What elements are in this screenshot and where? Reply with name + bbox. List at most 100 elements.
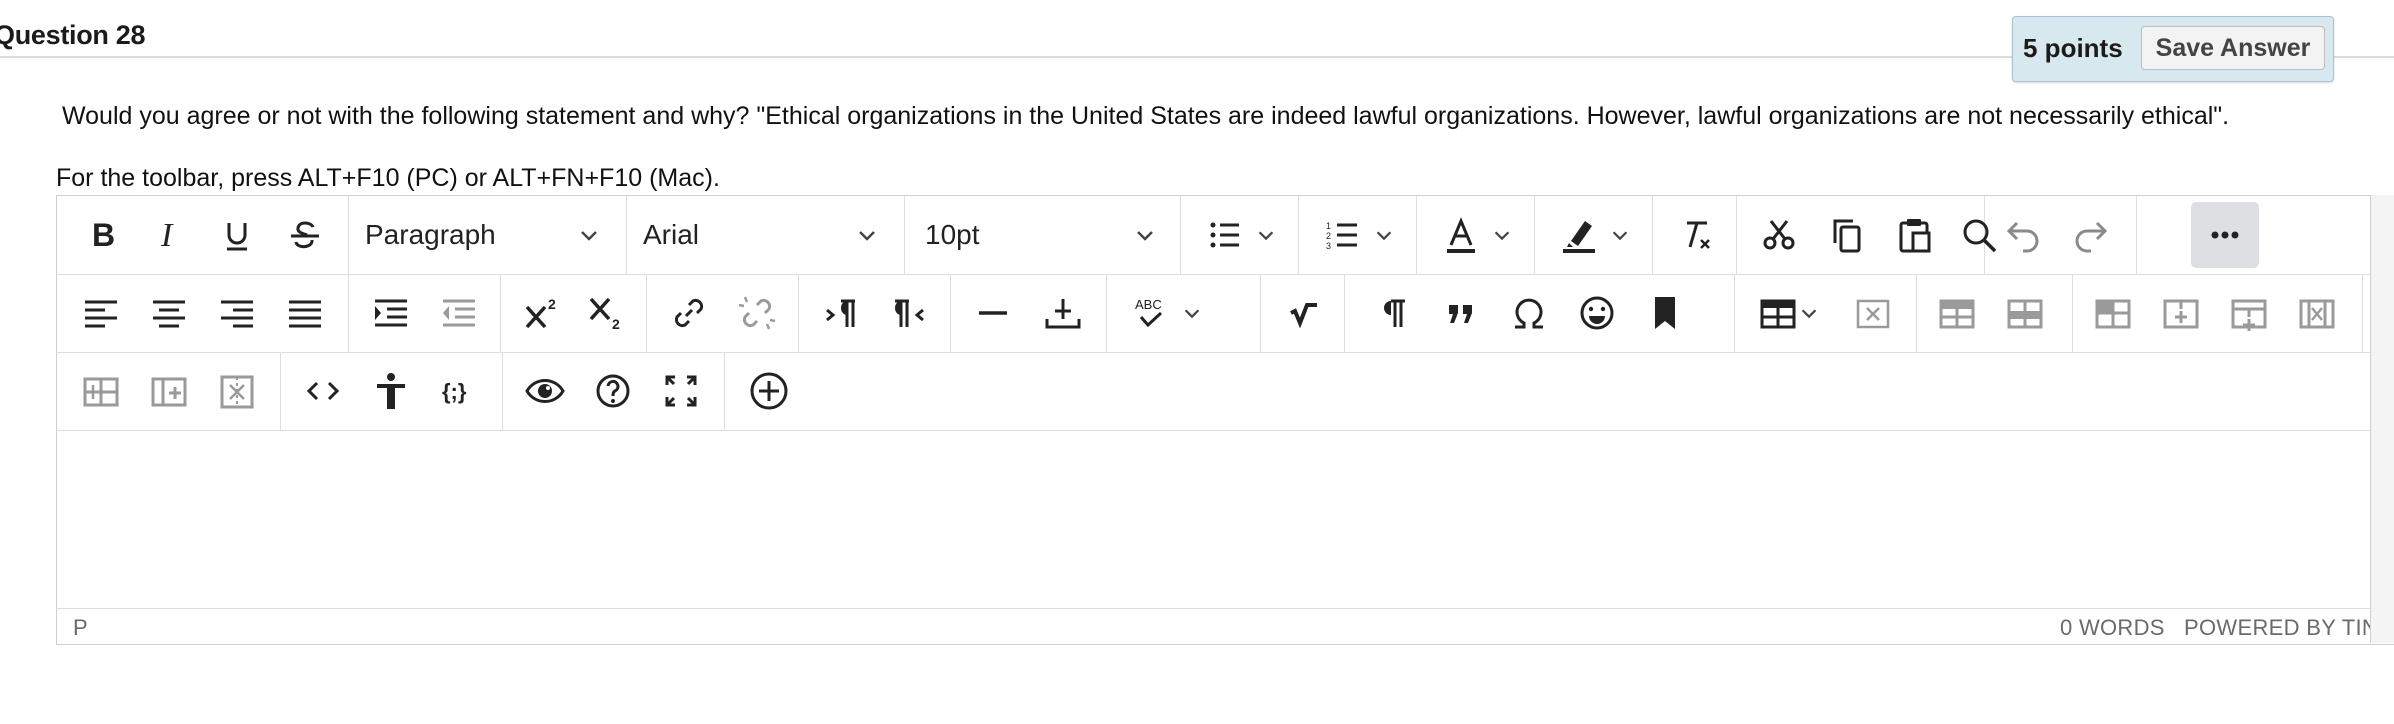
col-before-icon[interactable] xyxy=(2153,287,2209,339)
bullet-list-icon[interactable] xyxy=(1193,209,1289,261)
italic-icon[interactable]: I xyxy=(141,209,197,261)
save-answer-button[interactable]: Save Answer xyxy=(2141,26,2325,70)
delete-col-icon[interactable] xyxy=(2289,287,2345,339)
paste-icon[interactable] xyxy=(1887,209,1943,261)
link-group xyxy=(647,274,799,352)
source-code-icon[interactable]: {;} xyxy=(431,365,487,417)
unlink-icon[interactable] xyxy=(729,287,785,339)
text-color-group xyxy=(1417,196,1535,274)
code-group: {;} xyxy=(281,352,503,430)
svg-text:1: 1 xyxy=(1326,221,1331,231)
question-title: Question 28 xyxy=(0,20,146,50)
insert-icon[interactable] xyxy=(1035,287,1091,339)
chevron-down-icon xyxy=(581,231,597,241)
paragraph-mark-icon[interactable] xyxy=(1365,287,1421,339)
horizontal-line-icon[interactable] xyxy=(965,287,1021,339)
row-before-icon[interactable] xyxy=(1929,287,1985,339)
merge-cell-icon[interactable] xyxy=(141,365,197,417)
align-center-icon[interactable] xyxy=(141,287,197,339)
subscript-icon[interactable]: 2 xyxy=(579,287,635,339)
copy-icon[interactable] xyxy=(1819,209,1875,261)
numbered-list-group: 123 xyxy=(1299,196,1417,274)
highlight-icon[interactable] xyxy=(1547,209,1643,261)
toolbar-hint: For the toolbar, press ALT+F10 (PC) or A… xyxy=(56,164,720,192)
table-group xyxy=(1735,274,1917,352)
font-family-value: Arial xyxy=(643,219,700,250)
view-group xyxy=(503,352,725,430)
chevron-down-icon xyxy=(1801,309,1817,319)
clear-format-group xyxy=(1653,196,1737,274)
svg-text:B: B xyxy=(92,217,115,253)
fullscreen-icon[interactable] xyxy=(653,365,709,417)
outdent-icon[interactable] xyxy=(431,287,487,339)
spellcheck-label: ABC xyxy=(1135,297,1162,312)
blockquote-icon[interactable] xyxy=(1433,287,1489,339)
rich-text-editor: B I Paragraph Arial 10pt 1 2 3 2 2 ABC {… xyxy=(56,195,2394,645)
underline-icon[interactable] xyxy=(209,209,265,261)
block-format-select[interactable]: Paragraph xyxy=(365,209,615,261)
delete-table-icon[interactable] xyxy=(1845,287,1901,339)
chevron-down-icon xyxy=(859,231,875,241)
numbered-list-icon[interactable]: 123 xyxy=(1311,209,1407,261)
block-format-value: Paragraph xyxy=(365,219,496,250)
block-format-group: Paragraph xyxy=(349,196,627,274)
special-insert-group xyxy=(1345,274,1735,352)
word-count[interactable]: 0 WORDS xyxy=(2060,615,2165,640)
chevron-down-icon xyxy=(1137,231,1153,241)
cell-ops-group xyxy=(57,352,281,430)
rtl-icon[interactable] xyxy=(881,287,937,339)
undo-icon[interactable] xyxy=(1995,209,2051,261)
justify-icon[interactable] xyxy=(277,287,333,339)
preview-icon[interactable] xyxy=(517,365,573,417)
font-family-select[interactable]: Arial xyxy=(643,209,893,261)
align-left-icon[interactable] xyxy=(73,287,129,339)
equation-group xyxy=(1261,274,1345,352)
more-icon[interactable] xyxy=(2191,202,2259,268)
ltr-icon[interactable] xyxy=(813,287,869,339)
emoji-icon[interactable] xyxy=(1569,287,1625,339)
svg-text:3: 3 xyxy=(1326,241,1331,251)
cut-icon[interactable] xyxy=(1751,209,1807,261)
spellcheck-group: ABC xyxy=(1107,274,1261,352)
omega-icon[interactable] xyxy=(1501,287,1557,339)
row-after-icon[interactable] xyxy=(1997,287,2053,339)
script-group: 2 2 xyxy=(501,274,647,352)
clear-formatting-icon[interactable] xyxy=(1667,209,1723,261)
align-right-icon[interactable] xyxy=(209,287,265,339)
bookmark-icon[interactable] xyxy=(1637,287,1693,339)
editor-content-area[interactable] xyxy=(57,430,2394,608)
element-path[interactable]: P xyxy=(73,615,88,641)
text-style-group: B I xyxy=(57,196,349,274)
points-label: 5 points xyxy=(2023,33,2123,63)
link-icon[interactable] xyxy=(661,287,717,339)
add-content-icon[interactable] xyxy=(741,365,797,417)
chevron-down-icon xyxy=(1184,309,1200,319)
strikethrough-icon[interactable] xyxy=(277,209,333,261)
delete-row-icon[interactable] xyxy=(2085,287,2141,339)
powered-by-link[interactable]: POWERED BY TINY xyxy=(2184,615,2393,640)
bold-icon[interactable]: B xyxy=(73,209,129,261)
equation-icon[interactable] xyxy=(1275,287,1331,339)
text-color-icon[interactable] xyxy=(1429,209,1525,261)
bullet-list-group xyxy=(1181,196,1299,274)
chevron-down-icon xyxy=(1494,231,1510,241)
statusbar-right: 0 WORDS POWERED BY TINY xyxy=(2060,615,2393,641)
accessibility-icon[interactable] xyxy=(363,365,419,417)
history-group xyxy=(1985,196,2137,274)
font-size-select[interactable]: 10pt xyxy=(925,209,1171,261)
superscript-icon[interactable]: 2 xyxy=(515,287,571,339)
split-cell-icon[interactable] xyxy=(73,365,129,417)
window-edge xyxy=(2370,195,2394,643)
indent-group xyxy=(349,274,501,352)
font-size-value: 10pt xyxy=(925,219,980,250)
table-icon[interactable] xyxy=(1749,287,1829,339)
font-size-group: 10pt xyxy=(905,196,1181,274)
help-icon[interactable] xyxy=(585,365,641,417)
indent-icon[interactable] xyxy=(363,287,419,339)
delete-cell-icon[interactable] xyxy=(209,365,265,417)
col-after-icon[interactable] xyxy=(2221,287,2277,339)
redo-icon[interactable] xyxy=(2063,209,2119,261)
spellcheck-icon[interactable]: ABC xyxy=(1119,287,1215,339)
toolbar-row-1: B I Paragraph Arial 10pt 1 2 3 xyxy=(57,196,2394,275)
code-icon[interactable] xyxy=(295,365,351,417)
